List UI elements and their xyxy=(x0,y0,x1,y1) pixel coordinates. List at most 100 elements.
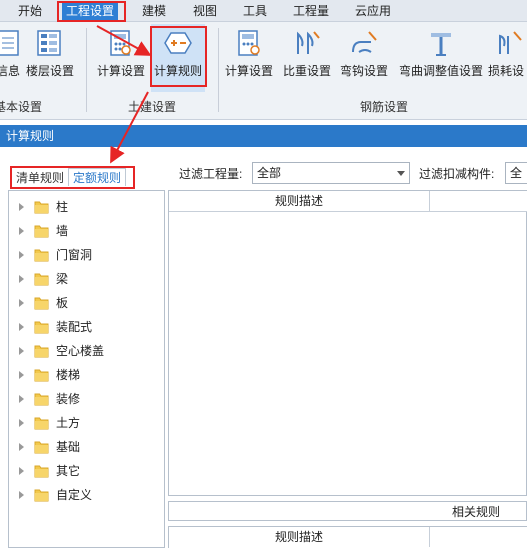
folder-icon xyxy=(34,272,49,286)
ribbon-floor-settings-button[interactable]: 楼层设置 xyxy=(24,26,76,90)
tree-item[interactable]: 门窗洞 xyxy=(9,243,164,267)
ribbon: 信息 楼层设置 基本设置 计算设置 计算规则 土建设置 计算设置 比重设置 弯钩… xyxy=(0,22,527,120)
filter-quantity-value: 全部 xyxy=(257,166,282,180)
rule-description-header[interactable]: 规则描述 xyxy=(169,191,430,211)
tree-item[interactable]: 柱 xyxy=(9,195,164,219)
ribbon-info-label: 信息 xyxy=(0,64,20,78)
menu-project-settings[interactable]: 工程设置 xyxy=(62,2,119,20)
group-label-civil: 土建设置 xyxy=(128,100,177,114)
ribbon-bend-adjust-label: 弯曲调整值设置 xyxy=(398,64,483,78)
tree-item-label: 自定义 xyxy=(56,488,93,502)
tree-item[interactable]: 装配式 xyxy=(9,315,164,339)
ribbon-rebar-calc-settings-label: 计算设置 xyxy=(224,64,273,78)
tree-item[interactable]: 板 xyxy=(9,291,164,315)
tab-quota-rules[interactable]: 定额规则 xyxy=(68,168,127,186)
bend-adjust-icon xyxy=(426,28,456,58)
folder-icon xyxy=(34,488,49,502)
expand-triangle-icon[interactable] xyxy=(19,323,24,331)
expand-triangle-icon[interactable] xyxy=(19,227,24,235)
ribbon-density-settings-button[interactable]: 比重设置 xyxy=(280,26,334,90)
filter-deduct-select[interactable]: 全部 xyxy=(505,162,527,184)
expand-triangle-icon[interactable] xyxy=(19,467,24,475)
expand-triangle-icon[interactable] xyxy=(19,203,24,211)
menu-tools[interactable]: 工具 xyxy=(243,2,267,20)
folder-icon xyxy=(34,344,49,358)
tree-item[interactable]: 空心楼盖 xyxy=(9,339,164,363)
tree-item-label: 楼梯 xyxy=(56,368,81,382)
menu-quantity[interactable]: 工程量 xyxy=(293,2,329,20)
rules-grid-header: 规则描述 xyxy=(169,191,527,212)
tree-item-label: 墙 xyxy=(56,224,69,238)
ribbon-hook-settings-button[interactable]: 弯钩设置 xyxy=(337,26,391,90)
tree-item[interactable]: 楼梯 xyxy=(9,363,164,387)
folder-icon xyxy=(34,392,49,406)
ribbon-loss-settings-label: 损耗设 xyxy=(488,64,525,78)
tree-item-label: 板 xyxy=(56,296,69,310)
group-label-basic: 基本设置 xyxy=(0,100,43,114)
folder-icon xyxy=(34,320,49,334)
tree-item[interactable]: 装修 xyxy=(9,387,164,411)
related-rules-bar: 相关规则 xyxy=(168,501,527,521)
ribbon-bend-adjust-button[interactable]: 弯曲调整值设置 xyxy=(396,26,486,90)
tree-item[interactable]: 墙 xyxy=(9,219,164,243)
related-grid-header: 规则描述 xyxy=(169,527,527,548)
ribbon-loss-settings-button[interactable]: 损耗设 xyxy=(488,26,527,90)
menu-modeling[interactable]: 建模 xyxy=(142,2,166,20)
calc-settings-icon xyxy=(106,28,136,58)
expand-triangle-icon[interactable] xyxy=(19,419,24,427)
expand-triangle-icon[interactable] xyxy=(19,443,24,451)
tree-item[interactable]: 土方 xyxy=(9,411,164,435)
menu-cloud[interactable]: 云应用 xyxy=(355,2,391,20)
calc-rules-icon xyxy=(163,28,193,58)
ribbon-floor-settings-label: 楼层设置 xyxy=(25,64,74,78)
expand-triangle-icon[interactable] xyxy=(19,491,24,499)
tree-item[interactable]: 基础 xyxy=(9,435,164,459)
folder-icon xyxy=(34,416,49,430)
expand-triangle-icon[interactable] xyxy=(19,395,24,403)
menu-view[interactable]: 视图 xyxy=(193,2,217,20)
related-rule-description-header[interactable]: 规则描述 xyxy=(169,527,430,547)
filter-deduct-label: 过滤扣减构件: xyxy=(419,167,495,181)
expand-triangle-icon[interactable] xyxy=(19,299,24,307)
tree-item[interactable]: 其它 xyxy=(9,459,164,483)
ribbon-calc-rules-label: 计算规则 xyxy=(153,64,202,78)
expand-triangle-icon[interactable] xyxy=(19,371,24,379)
tree-item-label: 空心楼盖 xyxy=(56,344,105,358)
folder-icon xyxy=(34,200,49,214)
folder-icon xyxy=(34,224,49,238)
ribbon-info-button[interactable]: 信息 xyxy=(0,26,22,90)
filter-quantity-select[interactable]: 全部 xyxy=(252,162,410,184)
tree-item[interactable]: 自定义 xyxy=(9,483,164,507)
floor-settings-icon xyxy=(35,28,65,58)
folder-icon xyxy=(34,248,49,262)
expand-triangle-icon[interactable] xyxy=(19,347,24,355)
ribbon-calc-rules-button[interactable]: 计算规则 xyxy=(151,24,205,92)
tab-bill-rules[interactable]: 清单规则 xyxy=(12,169,68,187)
dialog-title: 计算规则 xyxy=(0,125,527,147)
tree-item-label: 基础 xyxy=(56,440,81,454)
group-separator xyxy=(218,28,219,112)
related-rules-grid: 规则描述 xyxy=(168,526,527,548)
expand-triangle-icon[interactable] xyxy=(19,275,24,283)
tree-item[interactable]: 梁 xyxy=(9,267,164,291)
project-info-icon xyxy=(0,28,22,58)
chevron-down-icon xyxy=(397,171,405,176)
rule-tabs: 清单规则 定额规则 xyxy=(12,168,127,188)
rebar-calc-settings-icon xyxy=(234,28,264,58)
tree-item-label: 柱 xyxy=(56,200,69,214)
tree-item-label: 土方 xyxy=(56,416,81,430)
folder-icon xyxy=(34,368,49,382)
density-settings-icon xyxy=(292,28,322,58)
related-rules-label: 相关规则 xyxy=(452,505,501,519)
menu-bar: 开始 工程设置 建模 视图 工具 工程量 云应用 xyxy=(0,0,527,22)
ribbon-hook-settings-label: 弯钩设置 xyxy=(339,64,388,78)
group-separator xyxy=(86,28,87,112)
folder-icon xyxy=(34,440,49,454)
group-label-rebar: 钢筋设置 xyxy=(360,100,409,114)
ribbon-density-settings-label: 比重设置 xyxy=(282,64,331,78)
menu-start[interactable]: 开始 xyxy=(18,2,42,20)
ribbon-civil-calc-settings-button[interactable]: 计算设置 xyxy=(94,26,148,90)
expand-triangle-icon[interactable] xyxy=(19,251,24,259)
tree-item-label: 门窗洞 xyxy=(56,248,93,262)
ribbon-rebar-calc-settings-button[interactable]: 计算设置 xyxy=(222,26,276,90)
